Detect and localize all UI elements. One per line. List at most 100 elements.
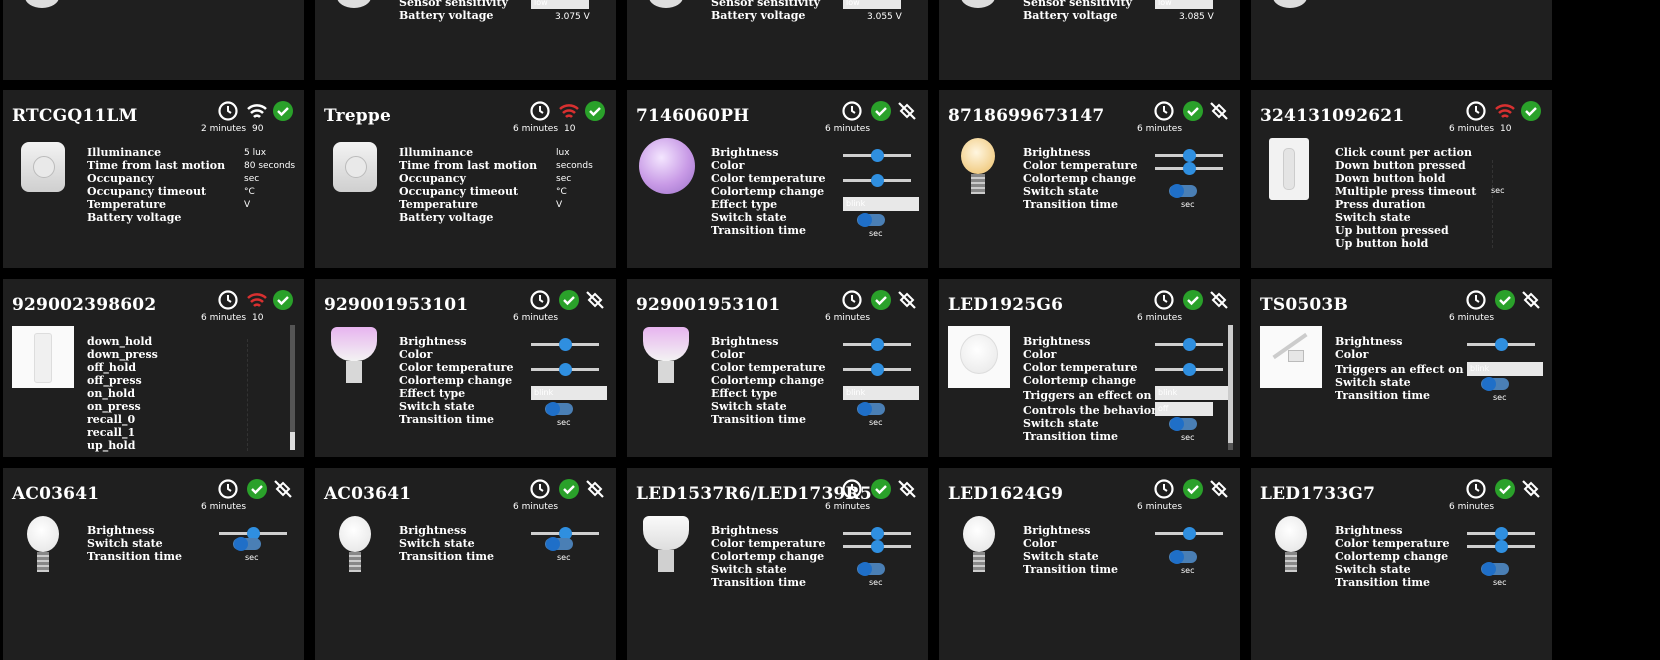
state-label: Switch state xyxy=(711,211,787,224)
transition-unit: sec xyxy=(557,418,571,427)
state-value: 80 seconds xyxy=(244,161,296,171)
switch-state-toggle[interactable] xyxy=(1481,377,1509,391)
last-seen-label: 6 minutes xyxy=(513,124,559,134)
switch-state-toggle[interactable] xyxy=(233,537,261,551)
power-on-behavior-select[interactable]: off xyxy=(1155,402,1213,416)
device-card: RTCGQ11LM 2 minutes 90 Illuminance Time … xyxy=(3,90,304,268)
clock-icon xyxy=(842,290,862,310)
no-link-icon xyxy=(898,102,916,120)
effect-select[interactable]: blink xyxy=(1467,362,1543,376)
effect-type-select[interactable]: blink xyxy=(531,386,607,400)
device-image xyxy=(1269,138,1309,200)
effect-type-select[interactable]: blink xyxy=(843,386,919,400)
effect-type-select[interactable]: blink xyxy=(843,197,919,211)
clock-icon xyxy=(530,290,550,310)
color-temperature-slider[interactable] xyxy=(531,363,599,376)
device-image xyxy=(12,326,74,388)
brightness-slider[interactable] xyxy=(1155,527,1223,540)
state-label: Transition time xyxy=(399,550,494,563)
sensitivity-select[interactable]: low xyxy=(843,0,901,9)
clock-icon xyxy=(1154,101,1174,121)
state-label: Brightness xyxy=(399,524,467,537)
state-label: Color temperature xyxy=(711,361,826,374)
color-temperature-slider[interactable] xyxy=(843,540,911,553)
switch-state-toggle[interactable] xyxy=(1169,184,1197,198)
state-label: Color temperature xyxy=(711,537,826,550)
clock-icon xyxy=(218,101,238,121)
state-label: Colortemp change xyxy=(399,374,513,387)
last-seen-label: 6 minutes xyxy=(825,124,871,134)
state-label: Transition time xyxy=(711,413,806,426)
switch-state-toggle[interactable] xyxy=(545,402,573,416)
wifi-signal-icon xyxy=(1495,104,1515,118)
color-temperature-slider[interactable] xyxy=(1155,363,1223,376)
state-label: Battery voltage xyxy=(711,9,806,22)
brightness-slider[interactable] xyxy=(1155,338,1223,351)
brightness-slider[interactable] xyxy=(1467,338,1535,351)
brightness-slider[interactable] xyxy=(531,527,599,540)
brightness-slider[interactable] xyxy=(1467,527,1535,540)
state-label: Switch state xyxy=(711,563,787,576)
no-link-icon xyxy=(1210,480,1228,498)
color-temperature-slider[interactable] xyxy=(1155,162,1223,175)
switch-state-toggle[interactable] xyxy=(857,213,885,227)
clock-icon xyxy=(218,290,238,310)
state-label: Press duration xyxy=(1335,198,1426,211)
state-label: Color temperature xyxy=(1023,159,1138,172)
state-label: Switch state xyxy=(87,537,163,550)
sensitivity-select[interactable]: low xyxy=(531,0,589,9)
card-scrollbar[interactable] xyxy=(1228,325,1233,450)
state-label: Brightness xyxy=(1335,335,1403,348)
switch-state-toggle[interactable] xyxy=(857,562,885,576)
state-label: Switch state xyxy=(1023,185,1099,198)
brightness-slider[interactable] xyxy=(843,149,911,162)
device-card: 8718699673147 6 minutes Brightness Color… xyxy=(939,90,1240,268)
last-seen-label: 2 minutes xyxy=(201,124,247,134)
brightness-slider[interactable] xyxy=(1155,149,1223,162)
state-label: Brightness xyxy=(1023,146,1091,159)
switch-state-toggle[interactable] xyxy=(545,537,573,551)
effect-select[interactable]: blink xyxy=(1155,386,1229,400)
last-seen-label: 6 minutes xyxy=(1449,502,1495,512)
state-label: off_press xyxy=(87,374,142,387)
clock-icon xyxy=(842,101,862,121)
state-label: Effect type xyxy=(711,387,778,400)
state-label: Transition time xyxy=(399,413,494,426)
device-image xyxy=(649,0,683,8)
device-image xyxy=(643,327,689,385)
card-scrollbar[interactable] xyxy=(290,325,295,450)
switch-state-toggle[interactable] xyxy=(1481,562,1509,576)
empty-value-dots xyxy=(247,339,254,451)
state-value: V xyxy=(556,200,563,210)
battery-voltage-value: 3.075 V xyxy=(555,12,590,22)
color-temperature-slider[interactable] xyxy=(843,174,911,187)
switch-state-toggle[interactable] xyxy=(1169,417,1197,431)
state-value: °C xyxy=(556,187,567,197)
color-temperature-slider[interactable] xyxy=(843,363,911,376)
device-card: 324131092621 6 minutes 10 Click count pe… xyxy=(1251,90,1552,268)
device-image xyxy=(961,0,995,8)
brightness-slider[interactable] xyxy=(843,527,911,540)
transition-unit: sec xyxy=(869,418,883,427)
state-label: Color xyxy=(399,348,433,361)
state-label: Multiple press timeout xyxy=(1335,185,1477,198)
sensitivity-select[interactable]: low xyxy=(1155,0,1213,9)
state-label: down_press xyxy=(87,348,158,361)
state-label: Color temperature xyxy=(399,361,514,374)
last-seen-label: 6 minutes xyxy=(1449,313,1495,323)
switch-state-toggle[interactable] xyxy=(857,402,885,416)
brightness-slider[interactable] xyxy=(219,527,287,540)
device-card: TS0503B 6 minutes Brightness Color Trigg… xyxy=(1251,279,1552,457)
state-label: Illuminance xyxy=(399,146,474,159)
color-temperature-slider[interactable] xyxy=(1467,540,1535,553)
brightness-slider[interactable] xyxy=(843,338,911,351)
switch-state-toggle[interactable] xyxy=(1169,550,1197,564)
state-label: Occupancy timeout xyxy=(87,185,207,198)
device-card-partial: Sensor sensitivity Battery voltage low 3… xyxy=(627,0,928,80)
device-image xyxy=(333,142,377,192)
state-label: Effect type xyxy=(711,198,778,211)
state-label: Switch state xyxy=(1023,550,1099,563)
device-card: LED1733G7 6 minutes Brightness Color tem… xyxy=(1251,468,1552,660)
last-seen-label: 6 minutes xyxy=(1449,124,1495,134)
brightness-slider[interactable] xyxy=(531,338,599,351)
